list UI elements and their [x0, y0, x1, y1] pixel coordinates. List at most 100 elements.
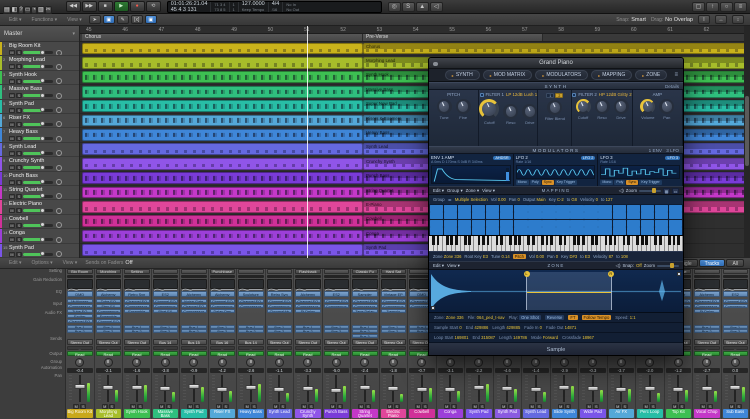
track-volume-slider[interactable] [23, 166, 53, 169]
waveform-zoom-icon[interactable]: I [698, 15, 710, 24]
eq-thumbnail[interactable] [66, 279, 94, 290]
black-key[interactable] [500, 236, 503, 245]
mixer-view-all[interactable]: All [726, 259, 744, 267]
channel-name[interactable]: Big Room Kit [67, 409, 93, 418]
send-slot[interactable]: Bus 2 [181, 329, 207, 333]
send-slot[interactable]: Bus 2 [723, 329, 749, 333]
solo-button[interactable]: S [337, 404, 343, 409]
send-slot[interactable]: Bus 2 [324, 329, 350, 333]
zone-cell[interactable] [444, 205, 458, 212]
zone-cell[interactable] [641, 212, 655, 219]
zone-field[interactable]: Follow Tempo [582, 315, 612, 320]
zone-field[interactable]: Zone Zone 336 [433, 254, 461, 259]
fader-cap[interactable] [302, 386, 313, 391]
region[interactable] [82, 230, 363, 242]
output-slot[interactable]: Stereo Out [351, 339, 379, 346]
sample-start-handle[interactable] [431, 306, 435, 310]
pan-knob[interactable] [503, 358, 512, 367]
fx-slot[interactable]: Channel EQ [181, 304, 207, 309]
group-field[interactable]: Key C-2 [549, 197, 564, 202]
pan-knob[interactable] [731, 358, 740, 367]
solo-button[interactable]: S [16, 108, 22, 113]
mod-foot-poly[interactable]: Poly [614, 180, 625, 185]
menu-functions[interactable]: Functions ▾ [29, 17, 61, 23]
zone-cell[interactable] [444, 220, 458, 227]
output-slot[interactable]: Stereo Out [95, 339, 123, 346]
input-slot[interactable]: Alchemy [180, 290, 208, 298]
zone-cell[interactable] [598, 220, 612, 227]
track-volume-slider[interactable] [23, 137, 53, 140]
black-key[interactable] [468, 236, 471, 245]
marquee-tool-icon[interactable]: ▣ [103, 15, 115, 24]
pan-knob[interactable] [132, 358, 141, 367]
zone-cell[interactable] [542, 205, 556, 212]
pan-knob[interactable] [617, 358, 626, 367]
fader-cap[interactable] [217, 387, 228, 392]
track-header[interactable]: 13CowbellMS [0, 215, 79, 229]
solo-button[interactable]: S [536, 404, 542, 409]
channel-name[interactable]: Massive Bass [153, 409, 179, 418]
fader-cap[interactable] [103, 385, 114, 390]
filter-enable-checkbox[interactable] [572, 93, 576, 97]
knob-cutoff[interactable]: Cutoff [479, 99, 499, 125]
master-track-header[interactable]: Master ▾ [0, 26, 79, 42]
black-key[interactable] [645, 236, 648, 245]
channel-name[interactable]: Slide Synth [552, 409, 578, 418]
track-header[interactable]: 3Synth HookMS [0, 71, 79, 85]
zone-cell[interactable] [472, 227, 486, 234]
solo-button[interactable]: S [16, 79, 22, 84]
mute-button[interactable]: M [358, 404, 364, 409]
fx-slot[interactable]: Compressor [153, 304, 179, 309]
mute-button[interactable]: M [9, 93, 15, 98]
output-slot[interactable]: Stereo Out [294, 339, 322, 346]
zone-cell[interactable] [444, 227, 458, 234]
fx-slot[interactable]: ChromaVrb [267, 309, 293, 314]
output-slot[interactable]: Stereo Out [323, 339, 351, 346]
mod-foot-poly[interactable]: Poly [530, 180, 541, 185]
eq-thumbnail[interactable] [152, 279, 180, 290]
output-slot[interactable]: Stereo Out [380, 339, 408, 346]
fader-cap[interactable] [445, 387, 456, 392]
channel-name[interactable]: Cowbell [409, 409, 435, 418]
lcd-tempo[interactable]: 127.0000 Keep Tempo [239, 2, 269, 12]
fader-cap[interactable] [160, 386, 171, 391]
eq-thumbnail[interactable] [95, 279, 123, 290]
zone-cell[interactable] [542, 220, 556, 227]
region[interactable] [82, 57, 363, 69]
black-key[interactable] [450, 236, 453, 245]
channel-name[interactable]: Air FX [609, 409, 635, 418]
eq-thumbnail[interactable] [351, 279, 379, 290]
region[interactable] [82, 215, 363, 227]
fx-slot[interactable]: Channel EQ [694, 299, 720, 304]
output-slot[interactable]: Stereo Out [123, 339, 151, 346]
input-slot[interactable]: Sampler [351, 290, 379, 298]
catch-playhead-icon[interactable]: [x] [131, 15, 143, 24]
input-monitor-icon[interactable] [56, 136, 62, 142]
mute-button[interactable]: M [672, 404, 678, 409]
midi-in-icon[interactable]: ▣ [145, 15, 157, 24]
channel-name[interactable]: Conga [438, 409, 464, 418]
zone-cell[interactable] [556, 220, 570, 227]
fx-slot[interactable]: Compressor [694, 304, 720, 309]
fx-slot[interactable]: Channel EQ [295, 299, 321, 304]
tab-modulators[interactable]: ▸MODULATORS [535, 70, 588, 80]
send-slot[interactable]: Bus 1 [124, 325, 150, 329]
zone-cell[interactable] [627, 205, 641, 212]
zone-field[interactable]: Key D#3 [561, 254, 577, 259]
mute-button[interactable]: M [558, 404, 564, 409]
mute-button[interactable]: M [9, 237, 15, 242]
mod-foot-key-trigger[interactable]: Key Trigger [555, 180, 577, 185]
zone-cell[interactable] [542, 227, 556, 234]
solo-button[interactable]: S [508, 404, 514, 409]
channel-name[interactable]: Sub Bass [723, 409, 749, 418]
channel-name[interactable]: Morphing Lead [96, 409, 122, 418]
sample-end-handle[interactable] [677, 272, 681, 276]
black-key[interactable] [518, 236, 521, 245]
knob-tune[interactable]: Tune [437, 99, 452, 120]
channel-name[interactable]: Synth Lead [267, 409, 293, 418]
solo-button[interactable]: S [308, 404, 314, 409]
fader-cap[interactable] [502, 386, 513, 391]
zone-field[interactable]: Vol 0.00 [529, 254, 544, 259]
zone-cell[interactable] [669, 227, 683, 234]
mute-button[interactable]: M [529, 404, 535, 409]
